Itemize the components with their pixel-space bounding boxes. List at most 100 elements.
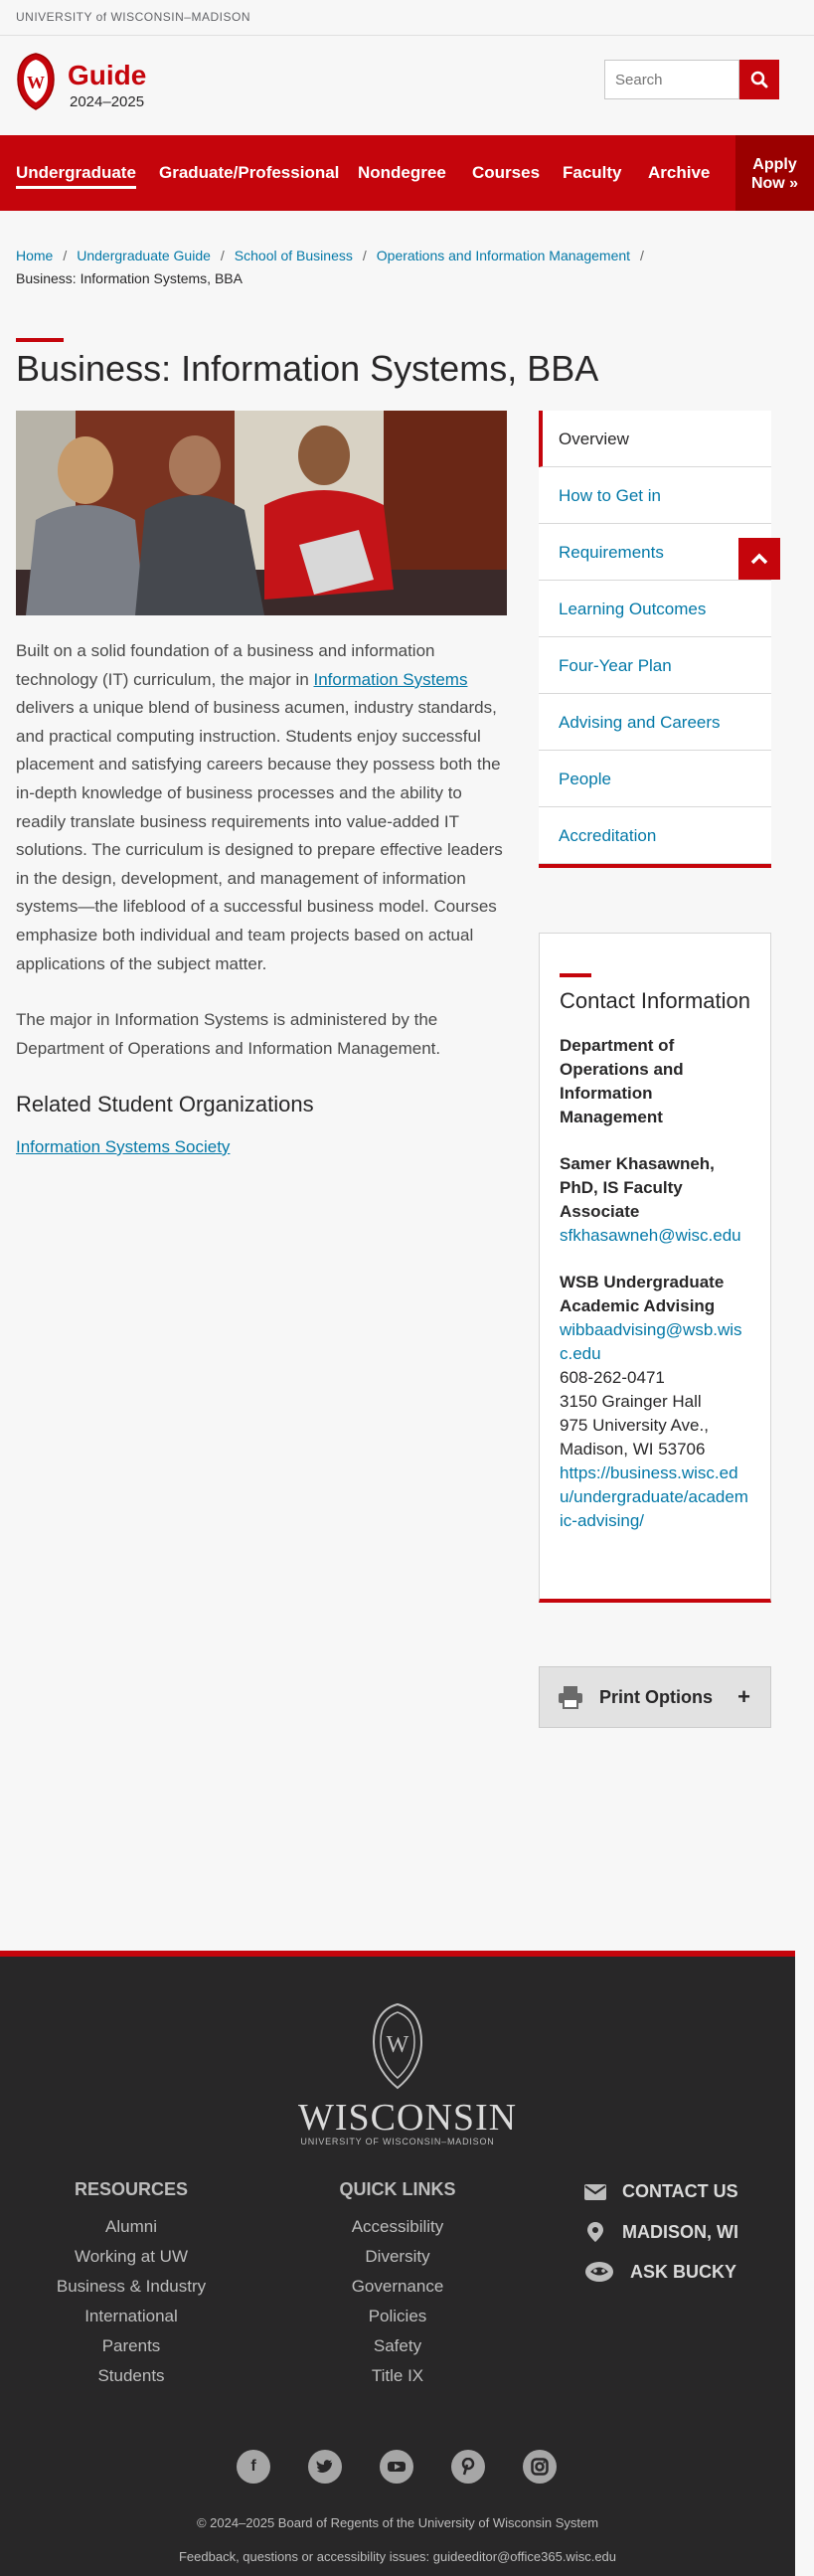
breadcrumb-school-of-business[interactable]: School of Business — [235, 248, 353, 263]
footer-link-governance[interactable]: Governance — [278, 2272, 517, 2302]
search-input[interactable] — [604, 60, 739, 99]
search-icon — [750, 71, 768, 88]
guide-title[interactable]: Guide — [68, 60, 146, 91]
contact-advising-url[interactable]: https://business.wisc.edu/undergraduate/… — [560, 1463, 748, 1530]
envelope-icon — [584, 2183, 606, 2200]
nav-nondegree[interactable]: Nondegree — [358, 135, 446, 211]
program-overview: Built on a solid foundation of a busines… — [16, 637, 507, 1162]
breadcrumb-separator: / — [362, 248, 367, 263]
main-nav: Undergraduate Graduate/Professional Nond… — [0, 135, 814, 211]
breadcrumb-oim[interactable]: Operations and Information Management — [377, 248, 630, 263]
title-accent-rule — [16, 338, 64, 342]
contact-advising-email[interactable]: wibbaadvising@wsb.wisc.edu — [560, 1320, 742, 1363]
footer-contact-us[interactable]: CONTACT US — [584, 2181, 738, 2202]
footer-link-working-at-uw[interactable]: Working at UW — [12, 2242, 250, 2272]
instagram-icon[interactable] — [523, 2450, 557, 2484]
contact-address-line1: 3150 Grainger Hall — [560, 1392, 702, 1411]
section-nav-learning-outcomes[interactable]: Learning Outcomes — [539, 581, 771, 637]
contact-person: Samer Khasawneh, PhD, IS Faculty Associa… — [560, 1152, 750, 1248]
contact-person-name: Samer Khasawneh, PhD, IS Faculty Associa… — [560, 1154, 715, 1221]
section-nav-how-to-get-in[interactable]: How to Get in — [539, 467, 771, 524]
feedback-text[interactable]: Feedback, questions or accessibility iss… — [0, 2549, 795, 2564]
university-subwordmark: UNIVERSITY OF WISCONSIN–MADISON — [300, 2137, 495, 2147]
print-options-label: Print Options — [599, 1686, 713, 1707]
bucky-badger-icon — [585, 2262, 613, 2282]
map-pin-icon — [587, 2222, 603, 2242]
svg-text:W: W — [27, 73, 45, 92]
copyright-text: © 2024–2025 Board of Regents of the Univ… — [196, 2515, 599, 2530]
footer-uw-logo[interactable]: W WISCONSIN UNIVERSITY OF WISCONSIN–MADI… — [298, 2002, 518, 2147]
hero-image — [16, 411, 507, 615]
site-footer: W WISCONSIN UNIVERSITY OF WISCONSIN–MADI… — [0, 1951, 795, 2576]
site-header: W Guide 2024–2025 — [0, 36, 814, 135]
section-nav-accreditation[interactable]: Accreditation — [539, 807, 771, 864]
contact-person-email[interactable]: sfkhasawneh@wisc.edu — [560, 1226, 741, 1245]
footer-resources: RESOURCES Alumni Working at UW Business … — [12, 2179, 250, 2391]
guide-years: 2024–2025 — [70, 93, 145, 110]
facebook-icon[interactable]: f — [237, 2450, 270, 2484]
students-photo — [16, 411, 507, 615]
information-systems-link[interactable]: Information Systems — [314, 670, 468, 689]
contact-address-line2: 975 University Ave., — [560, 1416, 709, 1435]
nav-undergraduate[interactable]: Undergraduate — [16, 135, 136, 211]
footer-link-safety[interactable]: Safety — [278, 2331, 517, 2361]
section-nav: Overview How to Get in Requirements Lear… — [539, 411, 771, 868]
footer-link-policies[interactable]: Policies — [278, 2302, 517, 2331]
section-nav-advising-careers[interactable]: Advising and Careers — [539, 694, 771, 751]
apply-now-button[interactable]: Apply Now » — [735, 135, 814, 211]
back-to-top-button[interactable] — [738, 538, 780, 580]
contact-phone: 608-262-0471 — [560, 1368, 665, 1387]
breadcrumb-separator: / — [63, 248, 68, 263]
section-nav-requirements[interactable]: Requirements — [539, 524, 771, 581]
quicklinks-heading: QUICK LINKS — [339, 2179, 456, 2199]
svg-text:W: W — [387, 2032, 409, 2058]
footer-ask-bucky[interactable]: ASK BUCKY — [584, 2261, 736, 2283]
chevron-up-icon — [750, 553, 768, 565]
footer-link-business-industry[interactable]: Business & Industry — [12, 2272, 250, 2302]
university-topbar: UNIVERSITY of WISCONSIN–MADISON — [0, 0, 814, 36]
intro-paragraph: Built on a solid foundation of a busines… — [16, 641, 503, 973]
search-button[interactable] — [739, 60, 779, 99]
nav-graduate-professional[interactable]: Graduate/Professional — [159, 135, 339, 211]
footer-link-accessibility[interactable]: Accessibility — [278, 2212, 517, 2242]
footer-link-international[interactable]: International — [12, 2302, 250, 2331]
section-nav-people[interactable]: People — [539, 751, 771, 807]
printer-icon — [559, 1686, 582, 1709]
apply-line2: Now » — [750, 175, 799, 192]
footer-link-title-ix[interactable]: Title IX — [278, 2361, 517, 2391]
footer-location[interactable]: MADISON, WI — [584, 2221, 738, 2243]
youtube-icon[interactable] — [380, 2450, 413, 2484]
print-options-button[interactable]: Print Options + — [539, 1666, 771, 1728]
uw-crest-logo[interactable]: W — [16, 52, 56, 111]
uw-crest-outline-icon: W — [372, 2002, 423, 2090]
nav-archive[interactable]: Archive — [648, 135, 710, 211]
plus-icon: + — [737, 1684, 750, 1709]
nav-faculty[interactable]: Faculty — [563, 135, 622, 211]
section-nav-overview[interactable]: Overview — [539, 411, 771, 467]
information-systems-society-link[interactable]: Information Systems Society — [16, 1137, 230, 1156]
breadcrumb-separator: / — [640, 248, 644, 263]
footer-link-alumni[interactable]: Alumni — [12, 2212, 250, 2242]
contact-advising: WSB Undergraduate Academic Advising wibb… — [560, 1271, 750, 1533]
university-name[interactable]: UNIVERSITY of WISCONSIN–MADISON — [16, 10, 250, 24]
nav-courses[interactable]: Courses — [472, 135, 540, 211]
section-nav-four-year-plan[interactable]: Four-Year Plan — [539, 637, 771, 694]
twitter-icon[interactable] — [308, 2450, 342, 2484]
breadcrumb-undergraduate-guide[interactable]: Undergraduate Guide — [77, 248, 211, 263]
breadcrumb: Home / Undergraduate Guide / School of Busin… — [0, 211, 814, 330]
footer-quicklinks: QUICK LINKS Accessibility Diversity Gove… — [278, 2179, 517, 2391]
related-orgs-heading: Related Student Organizations — [16, 1092, 314, 1117]
contact-heading: Contact Information — [560, 988, 750, 1013]
social-links: f — [237, 2450, 557, 2484]
admin-paragraph: The major in Information Systems is admi… — [16, 1010, 441, 1058]
contact-accent-rule — [560, 973, 591, 977]
pinterest-icon[interactable] — [451, 2450, 485, 2484]
resources-heading: RESOURCES — [74, 2179, 189, 2199]
wisconsin-wordmark: WISCONSIN — [298, 2097, 518, 2139]
footer-link-parents[interactable]: Parents — [12, 2331, 250, 2361]
contact-department: Department of Operations and Information… — [560, 1036, 684, 1126]
breadcrumb-home[interactable]: Home — [16, 248, 53, 263]
breadcrumb-separator: / — [220, 248, 225, 263]
footer-link-students[interactable]: Students — [12, 2361, 250, 2391]
footer-link-diversity[interactable]: Diversity — [278, 2242, 517, 2272]
